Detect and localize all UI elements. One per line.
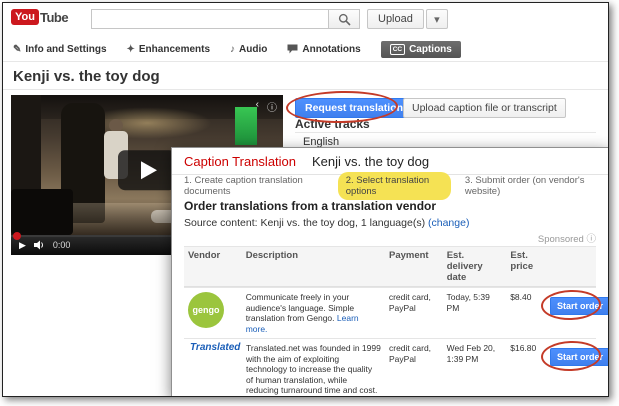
caption-translation-dialog: Caption Translation Kenji vs. the toy do…	[171, 147, 608, 396]
translated-payment: credit card, PayPal	[389, 343, 432, 364]
request-translation-button[interactable]: Request translation	[295, 98, 414, 118]
translated-description: Translated.net was founded in 1999 with …	[242, 339, 385, 396]
dialog-title: Caption Translation	[184, 154, 297, 169]
dialog-header: Caption Translation Kenji vs. the toy do…	[172, 148, 608, 175]
start-order-button-gengo[interactable]: Start order	[549, 297, 608, 315]
tab-label: Audio	[239, 43, 268, 55]
green-screen	[235, 107, 257, 145]
order-heading: Order translations from a translation ve…	[184, 199, 437, 213]
translated-logo: Translated	[188, 342, 241, 354]
play-control-icon[interactable]: ▶	[19, 240, 26, 251]
tab-label: Info and Settings	[25, 43, 107, 55]
youtube-logo-you: You	[11, 9, 39, 25]
gengo-description: Communicate freely in your audience's la…	[242, 288, 385, 338]
wizard-steps: 1. Create caption translation documents …	[172, 172, 608, 200]
screenshot-canvas: You Tube Upload ▾ ✎ Info and Settings ✦ …	[0, 0, 619, 406]
col-est-delivery-date: Est. delivery date	[446, 250, 483, 283]
screenshot-frame: You Tube Upload ▾ ✎ Info and Settings ✦ …	[2, 2, 609, 397]
play-icon	[141, 161, 157, 180]
sponsored-row: Sponsored ⓘ	[172, 229, 608, 246]
active-tracks-label: Active tracks	[295, 117, 370, 131]
source-content-line: Source content: Kenji vs. the toy dog, 1…	[172, 213, 608, 229]
video-info-icon[interactable]: ⓘ	[267, 99, 277, 114]
share-icon[interactable]: ‹	[256, 99, 259, 114]
search-button[interactable]	[328, 9, 360, 29]
tab-enhancements[interactable]: ✦ Enhancements	[127, 44, 211, 55]
start-order-button-translated[interactable]: Start order	[550, 348, 608, 366]
info-circle-icon[interactable]: ⓘ	[586, 234, 596, 245]
step-2-active: 2. Select translation options	[337, 172, 451, 200]
music-note-icon: ♪	[230, 43, 236, 55]
table-header-row: Vendor Description Payment Est. delivery…	[184, 246, 596, 287]
source-content-text: Source content: Kenji vs. the toy dog, 1…	[184, 217, 426, 229]
page-title: Kenji vs. the toy dog	[13, 68, 160, 85]
translated-description-text: Translated.net was founded in 1999 with …	[246, 343, 381, 396]
search-input[interactable]	[91, 9, 329, 29]
gengo-payment: credit card, PayPal	[388, 292, 431, 313]
col-payment: Payment	[388, 250, 429, 261]
chevron-down-icon: ▾	[434, 13, 440, 26]
dialog-video-title: Kenji vs. the toy dog	[312, 154, 430, 169]
step-3: 3. Submit order (on vendor's website)	[464, 175, 585, 197]
tab-label: Enhancements	[138, 43, 211, 55]
divider	[295, 132, 596, 133]
gengo-logo: gengo	[188, 292, 224, 328]
player-top-icons: ‹ ⓘ	[256, 99, 277, 114]
play-button-overlay[interactable]	[118, 150, 176, 191]
col-description: Description	[245, 250, 298, 261]
vendor-table: Vendor Description Payment Est. delivery…	[184, 246, 608, 396]
sponsored-label: Sponsored	[537, 234, 584, 245]
change-link[interactable]: (change)	[428, 217, 469, 229]
col-est-price: Est. price	[510, 250, 534, 272]
search-bar	[91, 9, 360, 29]
upload-caret-button[interactable]: ▾	[425, 9, 448, 29]
step-1: 1. Create caption translation documents	[184, 175, 303, 197]
divider	[3, 61, 608, 62]
luggage	[11, 189, 73, 235]
translated-logo-text: Translated	[190, 342, 241, 353]
cc-icon: CC	[389, 43, 406, 55]
upload-button[interactable]: Upload	[367, 9, 424, 29]
search-icon	[338, 13, 351, 26]
gengo-delivery-date: Today, 5:39 PM	[446, 292, 490, 313]
tab-label: Captions	[409, 43, 452, 55]
youtube-logo[interactable]: You Tube	[11, 9, 69, 25]
divider	[3, 89, 608, 90]
upload-controls: Upload ▾	[367, 9, 448, 29]
gengo-logo-text: gengo	[192, 304, 220, 315]
tab-info-and-settings[interactable]: ✎ Info and Settings	[13, 44, 107, 55]
wand-icon: ✦	[126, 43, 135, 55]
col-vendor: Vendor	[188, 250, 221, 261]
time-display: 0:00	[52, 240, 71, 250]
translated-price: $16.80	[510, 343, 537, 353]
table-row-translated: Translated Translated.net was founded in…	[184, 338, 608, 396]
upload-caption-file-button[interactable]: Upload caption file or transcript	[403, 98, 566, 118]
youtube-logo-tube: Tube	[39, 9, 69, 25]
editor-tab-bar: ✎ Info and Settings ✦ Enhancements ♪ Aud…	[13, 38, 461, 60]
volume-icon[interactable]	[33, 240, 45, 250]
gengo-price: $8.40	[510, 292, 532, 302]
progress-dot[interactable]	[13, 232, 21, 240]
col-action	[546, 247, 596, 286]
tab-captions[interactable]: CC Captions	[380, 40, 461, 58]
pencil-icon: ✎	[13, 43, 22, 55]
tab-audio[interactable]: ♪ Audio	[230, 44, 267, 55]
tab-annotations[interactable]: Annotations	[287, 43, 361, 55]
speech-bubble-icon	[287, 44, 298, 54]
table-row-gengo: gengo Communicate freely in your audienc…	[184, 287, 608, 338]
tab-label: Annotations	[302, 43, 361, 55]
translated-delivery-date: Wed Feb 20, 1:39 PM	[446, 343, 496, 364]
